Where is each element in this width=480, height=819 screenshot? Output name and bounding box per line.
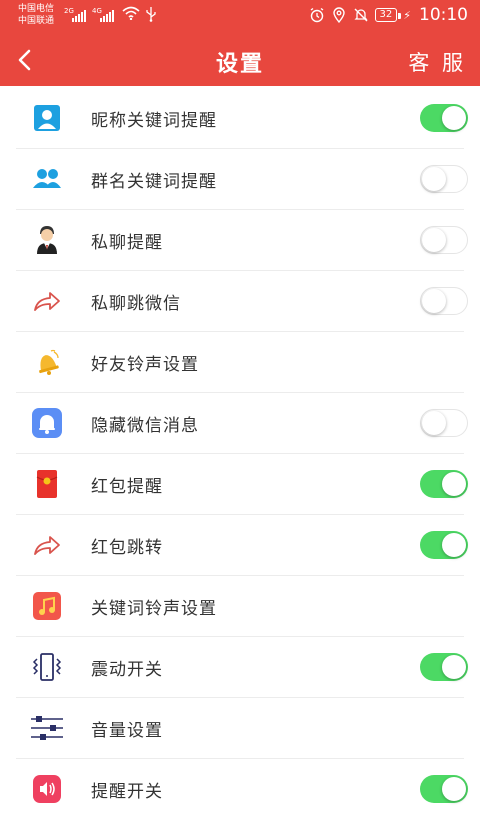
customer-service-button[interactable]: 客 服	[408, 47, 466, 77]
settings-row[interactable]: 私聊提醒	[16, 210, 468, 271]
settings-row[interactable]: 昵称关键词提醒	[16, 88, 468, 149]
sliders-icon	[30, 711, 64, 745]
toggle-switch[interactable]	[420, 226, 468, 254]
settings-row-label: 关键词铃声设置	[91, 599, 217, 619]
settings-row-label: 群名关键词提醒	[91, 172, 217, 192]
share-arrow-icon	[30, 528, 64, 562]
toggle-switch[interactable]	[420, 165, 468, 193]
toggle-knob	[442, 106, 466, 130]
status-bar: 中国电信 中国联通 2G 4G 32 ⚡ 10:10	[0, 0, 480, 34]
settings-row[interactable]: 私聊跳微信	[16, 271, 468, 332]
settings-row-label: 私聊提醒	[91, 233, 163, 253]
app-header: 设置 客 服	[0, 34, 480, 86]
settings-row[interactable]: 好友铃声设置	[16, 332, 464, 393]
settings-row-label: 私聊跳微信	[91, 294, 181, 314]
settings-row[interactable]: 提醒开关	[16, 759, 468, 819]
vibrate-icon	[30, 650, 64, 684]
mute-icon	[353, 8, 368, 22]
settings-row-label: 音量设置	[91, 721, 163, 741]
toggle-knob	[442, 777, 466, 801]
toggle-knob	[442, 533, 466, 557]
wifi-icon	[122, 6, 140, 20]
red-envelope-icon	[30, 467, 64, 501]
music-note-icon	[30, 589, 64, 623]
settings-row-label: 昵称关键词提醒	[91, 111, 217, 131]
group-icon	[30, 162, 64, 196]
clock-time: 10:10	[419, 5, 468, 25]
usb-icon	[146, 7, 156, 22]
charging-icon: ⚡	[403, 8, 411, 22]
toggle-switch[interactable]	[420, 653, 468, 681]
signal-icon	[100, 8, 114, 22]
carrier-2: 中国联通	[18, 16, 55, 26]
settings-row[interactable]: 红包提醒	[16, 454, 468, 515]
settings-row-label: 震动开关	[91, 660, 163, 680]
toggle-knob	[442, 472, 466, 496]
user-icon	[30, 101, 64, 135]
settings-row[interactable]: 隐藏微信消息	[16, 393, 468, 454]
notification-bell-icon	[30, 406, 64, 440]
settings-row-label: 隐藏微信消息	[91, 416, 199, 436]
settings-list: 昵称关键词提醒 群名关键词提醒 私聊提醒 私聊跳微信 好友铃声设置 隐藏微信消息…	[0, 88, 480, 819]
location-icon	[332, 7, 345, 23]
toggle-knob	[422, 166, 446, 191]
signal-icon	[72, 8, 86, 22]
toggle-switch[interactable]	[420, 104, 468, 132]
toggle-switch[interactable]	[420, 287, 468, 315]
toggle-knob	[422, 227, 446, 252]
battery-indicator: 32	[374, 8, 401, 22]
settings-row[interactable]: 红包跳转	[16, 515, 468, 576]
toggle-knob	[422, 288, 446, 313]
settings-row[interactable]: 震动开关	[16, 637, 468, 698]
person-icon	[30, 223, 64, 257]
alarm-icon	[310, 7, 323, 23]
settings-row[interactable]: 关键词铃声设置	[16, 576, 464, 637]
settings-row-label: 好友铃声设置	[91, 355, 199, 375]
toggle-knob	[422, 410, 446, 435]
settings-row-label: 红包跳转	[91, 538, 163, 558]
toggle-switch[interactable]	[420, 470, 468, 498]
speaker-icon	[30, 772, 64, 806]
settings-row[interactable]: 群名关键词提醒	[16, 149, 468, 210]
carrier-info: 中国电信 中国联通	[18, 3, 54, 27]
toggle-switch[interactable]	[420, 531, 468, 559]
toggle-switch[interactable]	[420, 775, 468, 803]
settings-row-label: 提醒开关	[91, 782, 163, 802]
toggle-switch[interactable]	[420, 409, 468, 437]
share-arrow-icon	[30, 284, 64, 318]
settings-row-label: 红包提醒	[91, 477, 163, 497]
settings-row[interactable]: 音量设置	[16, 698, 464, 759]
toggle-knob	[442, 655, 466, 679]
carrier-1: 中国电信	[18, 4, 55, 14]
bell-icon	[30, 345, 64, 379]
